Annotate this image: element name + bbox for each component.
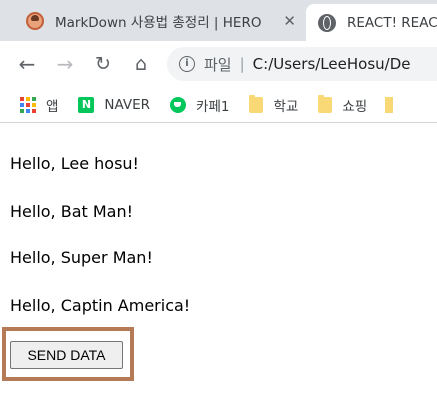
apps-icon <box>20 96 36 113</box>
greeting-text: Hello, Lee hosu! <box>10 154 139 173</box>
address-path: C:/Users/LeeHosu/De <box>252 55 411 73</box>
apps-dot <box>26 108 30 113</box>
bookmark-folder-shopping[interactable]: 쇼핑 <box>318 94 368 115</box>
address-scheme: 파일 <box>204 55 232 74</box>
globe-icon <box>318 13 336 32</box>
page-content: Hello, Lee hosu! Hello, Bat Man! Hello, … <box>0 124 437 411</box>
avatar-icon <box>26 11 44 30</box>
greeting-text: Hello, Super Man! <box>10 248 153 267</box>
tab-react[interactable]: REACT! REACT <box>306 4 437 41</box>
bookmark-cafe[interactable]: 카페1 <box>170 95 229 115</box>
tab-strip: MarkDown 사용법 총정리 | HERO ✕ REACT! REACT <box>0 0 437 41</box>
apps-dot <box>20 108 24 113</box>
send-data-button[interactable]: SEND DATA <box>10 341 123 369</box>
greeting-text: Hello, Captin America! <box>10 296 191 315</box>
info-icon[interactable]: i <box>179 56 195 72</box>
browser-toolbar: ← → ↻ ⌂ i 파일 | C:/Users/LeeHosu/De <box>0 41 437 87</box>
tab-title: REACT! REACT <box>347 14 437 31</box>
bookmarks-bar: 앱 N NAVER 카페1 학교 쇼핑 <box>0 87 437 123</box>
close-icon[interactable]: ✕ <box>283 12 296 30</box>
apps-dot <box>20 96 24 101</box>
bookmark-apps[interactable]: 앱 <box>20 95 58 115</box>
apps-dot <box>20 102 24 107</box>
bookmark-label: 학교 <box>273 98 299 115</box>
reload-icon[interactable]: ↻ <box>87 48 119 80</box>
home-icon[interactable]: ⌂ <box>125 48 157 80</box>
apps-dot <box>26 102 30 107</box>
apps-dot <box>32 102 36 107</box>
folder-icon[interactable] <box>385 96 394 113</box>
back-arrow-icon[interactable]: ← <box>11 48 43 80</box>
naver-icon: N <box>78 96 95 113</box>
bookmark-label: NAVER <box>104 96 151 113</box>
greeting-text: Hello, Bat Man! <box>10 202 134 221</box>
bookmark-folder-school[interactable]: 학교 <box>249 94 299 115</box>
forward-arrow-icon[interactable]: → <box>49 48 81 80</box>
bookmark-label: 앱 <box>46 98 59 115</box>
cafe-icon <box>170 96 187 113</box>
apps-dot <box>26 96 30 101</box>
tab-markdown[interactable]: MarkDown 사용법 총정리 | HERO ✕ <box>14 0 304 41</box>
bookmark-label: 카페1 <box>196 98 230 115</box>
apps-dot <box>32 96 36 101</box>
folder-icon <box>318 94 333 113</box>
apps-dot <box>32 108 36 113</box>
folder-icon <box>249 94 264 113</box>
address-bar[interactable]: i 파일 | C:/Users/LeeHosu/De <box>167 47 437 81</box>
bookmark-label: 쇼핑 <box>342 98 368 115</box>
address-separator: | <box>239 55 245 73</box>
bookmark-naver[interactable]: N NAVER <box>78 96 151 113</box>
tab-title: MarkDown 사용법 총정리 | HERO <box>55 14 262 31</box>
